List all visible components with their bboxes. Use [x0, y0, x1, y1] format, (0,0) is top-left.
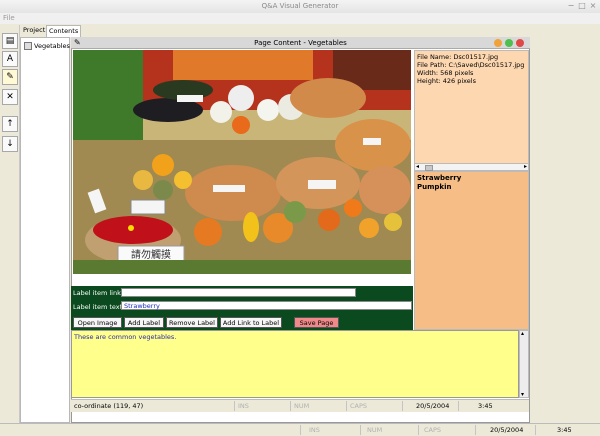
add-link-button[interactable]: Add Link to Label [220, 317, 282, 328]
scroll-left-icon[interactable]: ◂ [416, 163, 419, 170]
delete-icon[interactable]: ✕ [2, 89, 18, 105]
labels-list-panel: Strawberry Pumpkin [414, 171, 529, 330]
status-divider [402, 401, 403, 411]
caps-indicator: CAPS [350, 402, 368, 410]
tree-panel: Vegetables [20, 37, 70, 423]
left-toolbar: ▤ A ✎ ✕ ↑ ↓ [0, 25, 20, 423]
page-content-title-bar: ✎ Page Content - Vegetables [71, 37, 530, 49]
label-text-input[interactable]: Strawberry [121, 301, 412, 310]
ins-indicator: INS [238, 402, 249, 410]
inner-status-bar: co-ordinate (119, 47) INS NUM CAPS 20/5/… [71, 399, 529, 412]
pencil-icon[interactable]: ✎ [2, 69, 18, 85]
status-divider [360, 425, 361, 435]
file-name: File Name: Dsc01517.jpg [417, 53, 499, 61]
close-icon[interactable] [516, 39, 524, 47]
maximize-icon[interactable]: □ [577, 2, 587, 10]
file-info-panel: File Name: Dsc01517.jpg File Path: C:\Sa… [414, 50, 529, 166]
status-time: 3:45 [557, 426, 572, 434]
page-content-title: Page Content - Vegetables [254, 39, 347, 47]
minimize-icon[interactable] [494, 39, 502, 47]
tree-item-vegetables[interactable]: Vegetables [24, 42, 70, 50]
menu-bar: File [0, 13, 600, 24]
status-time: 3:45 [478, 402, 493, 410]
tree-item-label: Vegetables [34, 42, 70, 50]
list-item[interactable]: Pumpkin [417, 183, 451, 191]
vegetable-photo[interactable]: 請勿觸摸 [73, 50, 411, 274]
minimize-icon[interactable]: − [566, 2, 576, 10]
tab-project[interactable]: Project [21, 25, 47, 36]
new-page-icon[interactable]: ▤ [2, 33, 18, 49]
label-form: Label item link : Label item text Strawb… [71, 286, 413, 316]
move-down-icon[interactable]: ↓ [2, 136, 18, 152]
remove-label-button[interactable]: Remove Label [166, 317, 218, 328]
close-icon[interactable]: × [588, 2, 598, 10]
status-divider [535, 425, 536, 435]
tab-contents[interactable]: Contents [46, 25, 82, 37]
maximize-icon[interactable] [505, 39, 513, 47]
status-divider [458, 401, 459, 411]
description-textarea[interactable]: These are common vegetables. [71, 330, 519, 398]
add-label-button[interactable]: Add Label [124, 317, 164, 328]
open-image-button[interactable]: Open Image [73, 317, 122, 328]
file-path: File Path: C:\Saved\Dsc01517.jpg [417, 61, 525, 69]
label-link-caption: Label item link : [73, 289, 126, 297]
label-text-caption: Label item text [73, 303, 123, 311]
label-link-input[interactable] [121, 288, 356, 297]
image-width: Width: 568 pixels [417, 69, 474, 77]
scroll-down-icon[interactable]: ▾ [521, 391, 524, 398]
status-date: 20/5/2004 [416, 402, 450, 410]
panel-tabs: Project Contents [20, 25, 82, 37]
window-title: Q&A Visual Generator [261, 2, 339, 10]
num-indicator: NUM [294, 402, 310, 410]
status-divider [234, 401, 235, 411]
move-up-icon[interactable]: ↑ [2, 116, 18, 132]
list-item[interactable]: Strawberry [417, 174, 461, 182]
photo-sign-text: 請勿觸摸 [131, 248, 171, 261]
description-scrollbar[interactable]: ▴ ▾ [519, 330, 529, 398]
coordinate-readout: co-ordinate (119, 47) [74, 402, 144, 410]
status-divider [300, 425, 301, 435]
button-bar: Open Image Add Label Remove Label Add Li… [71, 316, 413, 330]
outer-status-bar: INS NUM CAPS 20/5/2004 3:45 [0, 423, 600, 436]
status-date: 20/5/2004 [490, 426, 524, 434]
folder-icon [24, 42, 32, 50]
num-indicator: NUM [367, 426, 383, 434]
ins-indicator: INS [309, 426, 320, 434]
photo-canvas: 請勿觸摸 [73, 50, 411, 274]
caps-indicator: CAPS [424, 426, 442, 434]
status-divider [475, 425, 476, 435]
window-title-bar: Q&A Visual Generator − □ × [0, 0, 600, 14]
status-divider [346, 401, 347, 411]
text-icon[interactable]: A [2, 51, 18, 67]
scroll-right-icon[interactable]: ▸ [524, 163, 527, 170]
save-page-button[interactable]: Save Page [294, 317, 339, 328]
image-height: Height: 426 pixels [417, 77, 476, 85]
status-divider [290, 401, 291, 411]
horizontal-scrollbar[interactable]: ◂ ▸ [414, 163, 529, 171]
scroll-up-icon[interactable]: ▴ [521, 330, 524, 337]
description-text: These are common vegetables. [74, 333, 177, 341]
status-divider [418, 425, 419, 435]
menu-file[interactable]: File [3, 14, 15, 22]
